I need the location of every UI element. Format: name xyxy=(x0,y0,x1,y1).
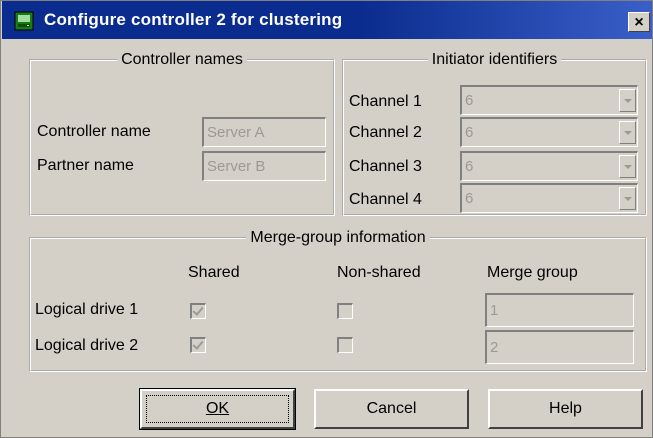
controller-names-legend: Controller names xyxy=(121,51,243,68)
logical-drive-2-merge-group-value: 2 xyxy=(490,339,499,356)
partner-name-value: Server B xyxy=(207,158,266,175)
merge-group-column-header: Merge group xyxy=(487,264,578,281)
close-icon: × xyxy=(634,14,644,31)
initiator-identifiers-legend: Initiator identifiers xyxy=(431,51,558,68)
channel-2-value: 6 xyxy=(465,124,474,141)
channel-2-select[interactable]: 6 xyxy=(460,117,638,147)
controller-name-value: Server A xyxy=(207,124,265,141)
logical-drive-1-label: Logical drive 1 xyxy=(35,301,139,318)
logical-drive-1-merge-group-value: 1 xyxy=(490,302,499,319)
help-button-label: Help xyxy=(549,400,582,417)
chevron-down-icon[interactable] xyxy=(619,155,636,178)
logical-drive-2-merge-group-field[interactable]: 2 xyxy=(485,330,634,364)
channel-3-label: Channel 3 xyxy=(349,158,422,175)
logical-drive-2-label: Logical drive 2 xyxy=(35,337,139,354)
title-bar[interactable]: Configure controller 2 for clustering × xyxy=(2,1,652,39)
controller-name-field[interactable]: Server A xyxy=(202,117,326,147)
channel-1-label: Channel 1 xyxy=(349,93,422,110)
app-icon xyxy=(14,11,34,31)
channel-2-label: Channel 2 xyxy=(349,124,422,141)
cancel-button[interactable]: Cancel xyxy=(314,389,469,429)
partner-name-field[interactable]: Server B xyxy=(202,151,326,181)
logical-drive-1-merge-group-field[interactable]: 1 xyxy=(485,293,634,327)
controller-name-label: Controller name xyxy=(37,123,151,140)
ok-button-label: OK xyxy=(205,400,230,417)
chevron-down-icon[interactable] xyxy=(619,187,636,210)
channel-1-select[interactable]: 6 xyxy=(460,85,638,115)
cancel-button-label: Cancel xyxy=(366,400,417,417)
nonshared-column-header: Non-shared xyxy=(337,264,421,281)
partner-name-label: Partner name xyxy=(37,157,134,174)
logical-drive-1-nonshared-checkbox[interactable] xyxy=(337,303,353,319)
merge-group-info-legend: Merge-group information xyxy=(250,229,426,246)
channel-3-value: 6 xyxy=(465,158,474,175)
dialog-window: Configure controller 2 for clustering × … xyxy=(0,0,653,438)
close-button[interactable]: × xyxy=(628,12,650,32)
shared-column-header: Shared xyxy=(188,264,240,281)
channel-4-select[interactable]: 6 xyxy=(460,183,638,213)
logical-drive-2-nonshared-checkbox[interactable] xyxy=(337,337,353,353)
channel-4-label: Channel 4 xyxy=(349,191,422,208)
logical-drive-1-shared-checkbox[interactable] xyxy=(190,303,206,319)
ok-button[interactable]: OK xyxy=(139,388,296,430)
channel-1-value: 6 xyxy=(465,92,474,109)
logical-drive-2-shared-checkbox[interactable] xyxy=(190,337,206,353)
chevron-down-icon[interactable] xyxy=(619,121,636,144)
channel-4-value: 6 xyxy=(465,190,474,207)
channel-3-select[interactable]: 6 xyxy=(460,151,638,181)
chevron-down-icon[interactable] xyxy=(619,89,636,112)
window-title: Configure controller 2 for clustering xyxy=(44,10,343,29)
help-button[interactable]: Help xyxy=(488,389,643,429)
